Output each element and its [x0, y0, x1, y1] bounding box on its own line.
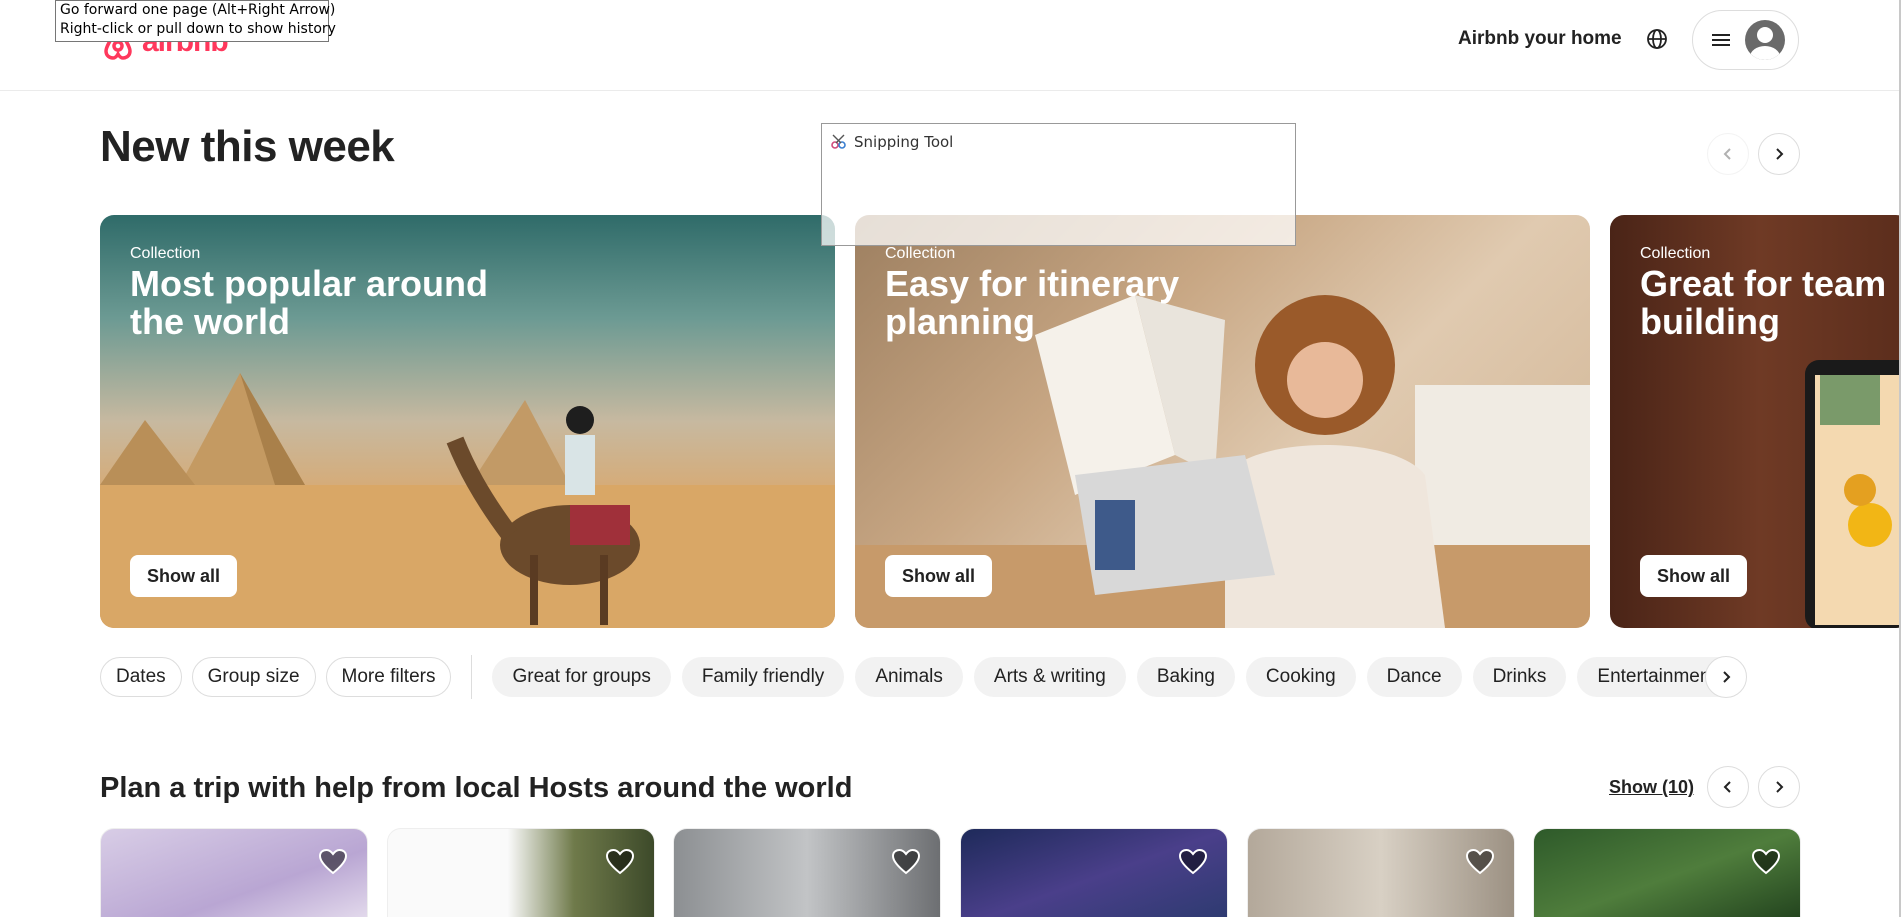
- carousel-prev-button[interactable]: [1707, 133, 1749, 175]
- airbnb-your-home-link[interactable]: Airbnb your home: [1458, 28, 1622, 50]
- experience-card[interactable]: [1247, 828, 1515, 917]
- experience-card[interactable]: [1533, 828, 1801, 917]
- carousel-next-button[interactable]: [1758, 133, 1800, 175]
- snipping-tool-label: Snipping Tool: [854, 133, 954, 151]
- experience-card[interactable]: [100, 828, 368, 917]
- collection-title: Most popular around the world: [130, 263, 488, 342]
- filter-dates[interactable]: Dates: [100, 657, 182, 697]
- browser-tooltip: Go forward one page (Alt+Right Arrow) Ri…: [55, 0, 336, 42]
- show-count-link[interactable]: Show (10): [1609, 777, 1694, 798]
- collection-card-most-popular[interactable]: Collection Most popular around the world…: [100, 215, 835, 628]
- language-button[interactable]: [1640, 22, 1674, 56]
- snipping-tool-title: Snipping Tool: [830, 133, 953, 151]
- category-family-friendly[interactable]: Family friendly: [681, 657, 845, 697]
- collection-card-itinerary-planning[interactable]: Collection Easy for itinerary planning S…: [855, 215, 1590, 628]
- collection-title: Easy for itinerary planning: [885, 263, 1180, 342]
- category-arts-writing[interactable]: Arts & writing: [973, 657, 1126, 697]
- plan-prev-button[interactable]: [1707, 766, 1749, 808]
- category-drinks[interactable]: Drinks: [1472, 657, 1567, 697]
- collection-title: Great for team building: [1640, 263, 1887, 342]
- filter-divider: [471, 655, 473, 699]
- experience-card[interactable]: [673, 828, 941, 917]
- category-cooking[interactable]: Cooking: [1245, 657, 1356, 697]
- heart-icon[interactable]: [1179, 849, 1207, 875]
- category-great-for-groups[interactable]: Great for groups: [492, 657, 671, 697]
- snipping-tool-icon: [831, 134, 846, 149]
- snipping-tool-window[interactable]: Snipping Tool: [821, 123, 1296, 246]
- show-all-button[interactable]: Show all: [1640, 555, 1747, 597]
- category-baking[interactable]: Baking: [1136, 657, 1235, 697]
- chevron-right-icon: [1776, 781, 1784, 793]
- filter-more-filters[interactable]: More filters: [325, 657, 452, 697]
- show-all-button[interactable]: Show all: [130, 555, 237, 597]
- airbnb-experiences-page: Go forward one page (Alt+Right Arrow) Ri…: [0, 0, 1901, 917]
- collection-kicker: Collection: [1640, 245, 1711, 262]
- user-menu-button[interactable]: [1692, 10, 1799, 70]
- heart-icon[interactable]: [1466, 849, 1494, 875]
- experience-card[interactable]: [387, 828, 655, 917]
- plan-next-button[interactable]: [1758, 766, 1800, 808]
- collection-kicker: Collection: [885, 245, 956, 262]
- tooltip-line-2: Right-click or pull down to show history: [60, 21, 336, 37]
- show-all-button[interactable]: Show all: [885, 555, 992, 597]
- chevron-right-icon: [1723, 671, 1731, 683]
- category-animals[interactable]: Animals: [855, 657, 963, 697]
- filter-bar: Dates Group size More filters Great for …: [100, 655, 1747, 699]
- user-avatar-icon: [1745, 20, 1785, 60]
- chevron-left-icon: [1723, 148, 1731, 160]
- category-dance[interactable]: Dance: [1366, 657, 1462, 697]
- chevron-left-icon: [1723, 781, 1731, 793]
- new-this-week-title: New this week: [100, 122, 395, 171]
- heart-icon[interactable]: [319, 849, 347, 875]
- collection-card-team-building[interactable]: Collection Great for team building Show …: [1610, 215, 1901, 628]
- experience-card[interactable]: [960, 828, 1228, 917]
- heart-icon[interactable]: [892, 849, 920, 875]
- collection-kicker: Collection: [130, 245, 201, 262]
- heart-icon[interactable]: [606, 849, 634, 875]
- tooltip-line-1: Go forward one page (Alt+Right Arrow): [60, 2, 336, 18]
- globe-icon: [1647, 29, 1667, 49]
- filter-group-size[interactable]: Group size: [191, 657, 316, 697]
- chevron-right-icon: [1776, 148, 1784, 160]
- hamburger-menu-icon: [1712, 34, 1730, 46]
- heart-icon[interactable]: [1752, 849, 1780, 875]
- plan-trip-title: Plan a trip with help from local Hosts a…: [100, 772, 853, 804]
- filters-next-button[interactable]: [1705, 656, 1747, 698]
